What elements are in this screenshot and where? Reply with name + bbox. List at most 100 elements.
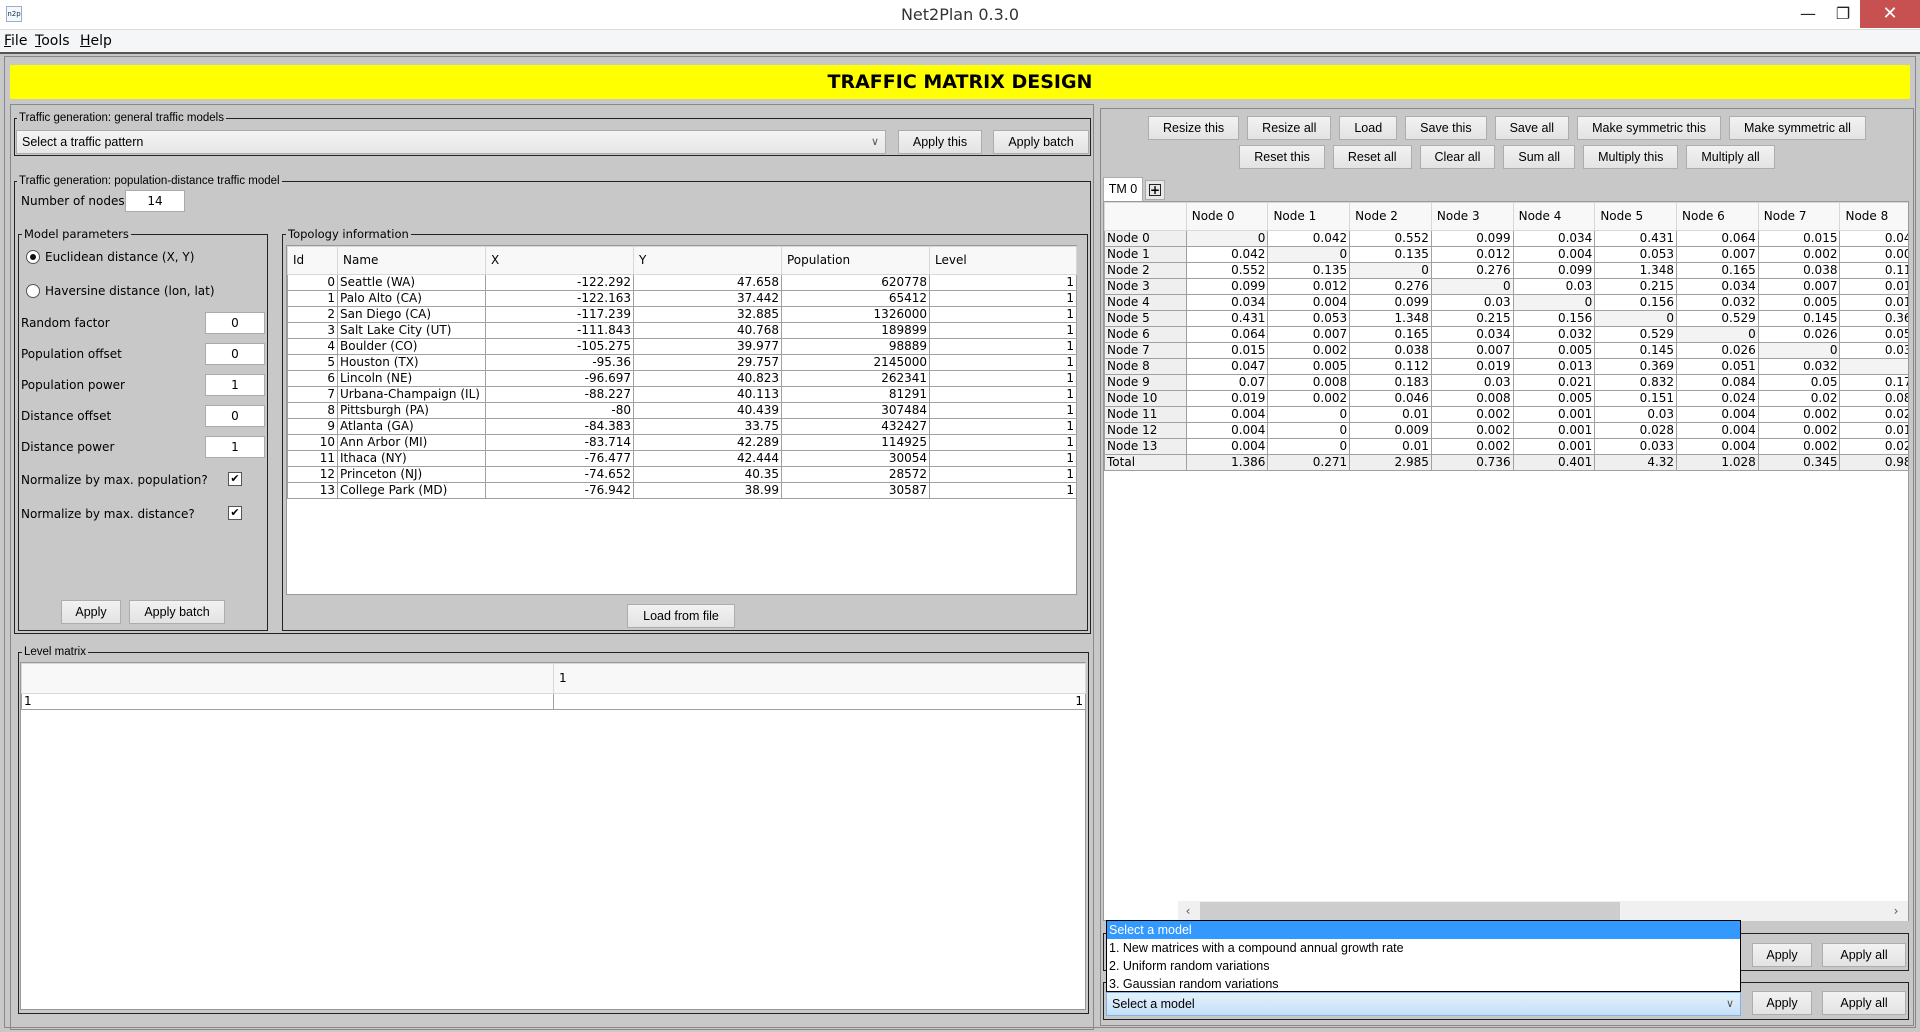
traffic-matrix-col-header[interactable]: Node 8 (1839, 202, 1908, 231)
topology-col-header[interactable]: Level (929, 246, 1077, 275)
topology-cell[interactable]: Ithaca (NY) (337, 450, 486, 467)
topology-cell[interactable]: 39.977 (633, 338, 782, 355)
traffic-matrix-cell[interactable]: 0.026 (1757, 326, 1841, 343)
topology-cell[interactable]: 30054 (781, 450, 930, 467)
traffic-matrix-cell[interactable]: 0.034 (1185, 294, 1269, 311)
radio-euclidean[interactable] (26, 250, 40, 264)
topology-cell[interactable]: 10 (287, 434, 338, 451)
traffic-matrix-cell[interactable]: 0.042 (1267, 230, 1351, 247)
topology-cell[interactable]: 47.658 (633, 274, 782, 291)
traffic-matrix-cell[interactable]: 0.002 (1757, 422, 1841, 439)
tab-tm-0[interactable]: TM 0 (1103, 177, 1143, 201)
topology-cell[interactable]: 29.757 (633, 354, 782, 371)
topology-cell[interactable]: -117.239 (485, 306, 634, 323)
table-row[interactable]: 11 Ithaca (NY) -76.477 42.444 30054 1 (287, 450, 1077, 467)
traffic-matrix-cell[interactable]: 0.552 (1349, 230, 1432, 247)
topology-cell[interactable]: -122.163 (485, 290, 634, 307)
topology-cell[interactable]: -111.843 (485, 322, 634, 339)
table-row[interactable]: 6 Lincoln (NE) -96.697 40.823 262341 1 (287, 370, 1077, 387)
traffic-matrix-cell[interactable]: 0.051 (1676, 358, 1759, 375)
add-tab-button[interactable]: + (1145, 180, 1165, 200)
menu-tools[interactable]: Tools (35, 33, 70, 49)
topology-cell[interactable]: 1 (929, 450, 1077, 467)
variation-apply-button-2[interactable]: Apply (1752, 991, 1812, 1015)
traffic-matrix-cell[interactable]: 0.019 (1430, 358, 1514, 375)
traffic-matrix-cell[interactable]: 0.183 (1349, 374, 1432, 391)
traffic-matrix-cell[interactable]: 0.099 (1185, 278, 1269, 295)
traffic-matrix-col-header[interactable]: Node 5 (1594, 202, 1678, 231)
topology-cell[interactable]: San Diego (CA) (337, 306, 486, 323)
traffic-matrix-cell[interactable]: 0.03 (1512, 278, 1596, 295)
topology-cell[interactable]: 1326000 (781, 306, 930, 323)
topology-cell[interactable]: 620778 (781, 274, 930, 291)
traffic-matrix-cell[interactable]: 0.013 (1512, 358, 1596, 375)
traffic-matrix-cell[interactable]: 0.008 (1430, 390, 1514, 407)
traffic-matrix-cell[interactable]: 0.112 (1349, 358, 1432, 375)
traffic-matrix-cell[interactable]: 0.004 (1185, 406, 1269, 423)
topology-cell[interactable]: 42.289 (633, 434, 782, 451)
traffic-matrix-cell[interactable]: 0.145 (1757, 310, 1841, 327)
topology-cell[interactable]: Urbana-Champaign (IL) (337, 386, 486, 403)
dropdown-option[interactable]: 1. New matrices with a compound annual g… (1107, 939, 1740, 957)
traffic-matrix-cell[interactable]: 0.005 (1267, 358, 1351, 375)
topology-col-header[interactable]: Name (337, 246, 486, 275)
traffic-matrix-cell[interactable]: 0.369 (1594, 358, 1678, 375)
traffic-matrix-cell[interactable]: 0.002 (1757, 246, 1841, 263)
traffic-matrix-cell[interactable]: 0.112 (1839, 262, 1908, 279)
dropdown-option[interactable]: 2. Uniform random variations (1107, 957, 1740, 975)
traffic-matrix-cell[interactable]: 0.004 (1185, 438, 1269, 455)
traffic-matrix-cell[interactable]: 0.008 (1267, 374, 1351, 391)
topology-cell[interactable]: 1 (929, 338, 1077, 355)
table-row[interactable]: 2 San Diego (CA) -117.239 32.885 1326000 1 (287, 306, 1077, 323)
traffic-matrix-cell[interactable]: 0.032 (1512, 326, 1596, 343)
traffic-matrix-cell[interactable]: 0.005 (1512, 390, 1596, 407)
traffic-matrix-cell[interactable]: 0.431 (1185, 310, 1269, 327)
traffic-matrix-cell[interactable]: 0.053 (1594, 246, 1678, 263)
scrollbar-thumb[interactable] (1200, 902, 1620, 920)
traffic-matrix-cell[interactable]: 0.004 (1676, 422, 1759, 439)
topology-cell[interactable]: Princeton (NJ) (337, 466, 486, 483)
variation-model-combo[interactable]: Select a model ∨ (1106, 992, 1741, 1016)
traffic-matrix-cell[interactable]: 0.005 (1757, 294, 1841, 311)
topology-cell[interactable]: 1 (929, 482, 1077, 499)
horizontal-scrollbar[interactable]: ‹ › (1178, 901, 1908, 921)
traffic-matrix-cell[interactable]: 0 (1594, 310, 1678, 327)
apply-batch-button[interactable]: Apply batch (993, 130, 1089, 154)
traffic-matrix-cell[interactable]: 0.009 (1349, 422, 1432, 439)
traffic-matrix-cell[interactable]: 0.042 (1185, 246, 1269, 263)
traffic-matrix-cell[interactable]: 0.017 (1839, 422, 1908, 439)
traffic-matrix-col-header[interactable]: Node 7 (1757, 202, 1841, 231)
topology-col-header[interactable]: X (485, 246, 634, 275)
traffic-matrix-cell[interactable]: 0.034 (1676, 278, 1759, 295)
topology-cell[interactable]: 8 (287, 402, 338, 419)
topology-cell[interactable]: Pittsburgh (PA) (337, 402, 486, 419)
reset-all-button[interactable]: Reset all (1332, 145, 1412, 169)
variation-apply-all-button-1[interactable]: Apply all (1822, 943, 1906, 967)
traffic-matrix-cell[interactable]: 0.01 (1349, 406, 1432, 423)
traffic-matrix-cell[interactable]: 0.051 (1839, 326, 1908, 343)
traffic-matrix-cell[interactable]: 0.002 (1267, 390, 1351, 407)
traffic-matrix-cell[interactable]: 0 (1839, 358, 1908, 375)
traffic-matrix-cell[interactable]: 0.053 (1267, 310, 1351, 327)
traffic-matrix-cell[interactable]: 0.046 (1349, 390, 1432, 407)
table-row[interactable]: 5 Houston (TX) -95.36 29.757 2145000 1 (287, 354, 1077, 371)
save-all-button[interactable]: Save all (1494, 116, 1570, 140)
traffic-matrix-cell[interactable]: 0.002 (1430, 438, 1514, 455)
topology-cell[interactable]: 1 (929, 418, 1077, 435)
traffic-matrix-cell[interactable]: 1.348 (1594, 262, 1678, 279)
table-row[interactable]: 10 Ann Arbor (MI) -83.714 42.289 114925 1 (287, 434, 1077, 451)
topology-cell[interactable]: 28572 (781, 466, 930, 483)
topology-cell[interactable]: 37.442 (633, 290, 782, 307)
traffic-matrix-cell[interactable]: 1.348 (1349, 310, 1432, 327)
apply-batch-model-button[interactable]: Apply batch (129, 600, 225, 624)
num-nodes-field[interactable]: 14 (125, 190, 185, 212)
topology-cell[interactable]: -80 (485, 402, 634, 419)
topology-cell[interactable]: Houston (TX) (337, 354, 486, 371)
topology-cell[interactable]: 65412 (781, 290, 930, 307)
traffic-matrix-cell[interactable]: 0.165 (1349, 326, 1432, 343)
traffic-matrix-cell[interactable]: 0.276 (1349, 278, 1432, 295)
load-button[interactable]: Load (1339, 116, 1398, 140)
topology-cell[interactable]: 1 (929, 370, 1077, 387)
traffic-matrix-cell[interactable]: 0.032 (1676, 294, 1759, 311)
traffic-matrix-cell[interactable]: 0.431 (1594, 230, 1678, 247)
